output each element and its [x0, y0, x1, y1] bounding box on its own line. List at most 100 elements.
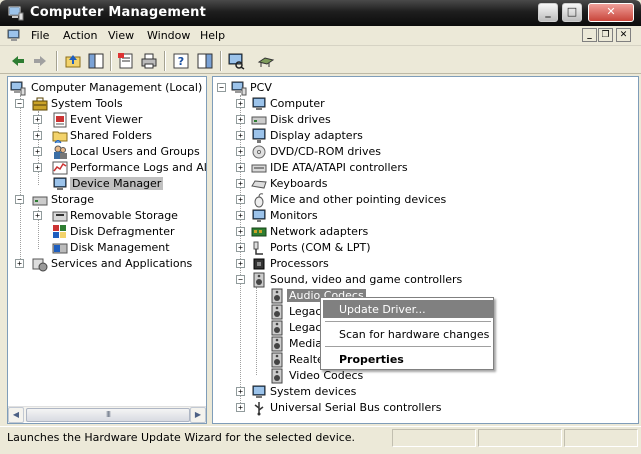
remove-device-icon[interactable]	[257, 52, 275, 70]
menu-item-update-driver[interactable]: Update Driver...	[323, 300, 493, 318]
status-panel	[392, 429, 476, 447]
event-viewer-icon	[53, 112, 67, 128]
title-bar[interactable]: Computer Management _ □ ✕	[0, 0, 641, 26]
collapse-toggle[interactable]: −	[236, 275, 245, 284]
toolbar-separator	[220, 51, 221, 71]
removable-storage-icon	[52, 211, 68, 222]
scroll-right-button[interactable]: ▶	[190, 407, 206, 423]
menu-separator	[325, 321, 491, 322]
expand-toggle[interactable]: +	[33, 115, 42, 124]
tree-node-label: Mice and other pointing devices	[270, 193, 447, 206]
expand-toggle[interactable]: +	[236, 211, 245, 220]
tree-node-label: System devices	[270, 385, 357, 398]
minimize-button[interactable]: _	[538, 3, 558, 22]
expand-toggle[interactable]: +	[236, 179, 245, 188]
expand-toggle[interactable]: +	[236, 227, 245, 236]
tree-node-label: Disk Management	[70, 241, 170, 254]
mdi-close-button[interactable]: ✕	[616, 28, 631, 42]
scroll-thumb[interactable]: III	[26, 408, 190, 422]
collapse-toggle[interactable]: −	[15, 195, 24, 204]
svg-text:?: ?	[178, 55, 184, 68]
close-button[interactable]: ✕	[588, 3, 634, 22]
window-title: Computer Management	[30, 5, 207, 20]
left-pane-scrollbar[interactable]: ◀ III ▶	[8, 406, 206, 423]
tree-node-label: Realte	[289, 353, 324, 366]
menu-view[interactable]: View	[108, 29, 134, 42]
status-bar: Launches the Hardware Update Wizard for …	[0, 426, 641, 448]
menu-item-scan-hardware[interactable]: Scan for hardware changes	[323, 325, 493, 343]
mdi-restore-button[interactable]: ❐	[598, 28, 613, 42]
display-adapter-icon	[252, 128, 266, 143]
menu-action[interactable]: Action	[63, 29, 97, 42]
device-tree[interactable]: − PCV + Computer + Disk drives + Display…	[212, 76, 639, 424]
expand-toggle[interactable]: +	[236, 387, 245, 396]
expand-toggle[interactable]: +	[33, 163, 42, 172]
tree-node-label: Media	[289, 337, 323, 350]
menu-help[interactable]: Help	[200, 29, 225, 42]
tree-node-label: DVD/CD-ROM drives	[270, 145, 381, 158]
expand-toggle[interactable]: +	[15, 259, 24, 268]
keyboard-icon	[251, 180, 267, 189]
expand-toggle[interactable]: +	[236, 195, 245, 204]
menu-item-properties[interactable]: Properties	[323, 350, 493, 368]
menu-file[interactable]: File	[31, 29, 49, 42]
mouse-icon	[254, 193, 264, 208]
expand-toggle[interactable]: +	[33, 147, 42, 156]
expand-toggle[interactable]: +	[236, 403, 245, 412]
expand-toggle[interactable]: +	[33, 211, 42, 220]
up-icon[interactable]	[64, 52, 82, 70]
scan-hardware-icon[interactable]	[227, 52, 245, 70]
computer-management-icon	[8, 6, 24, 21]
tree-node-label: Universal Serial Bus controllers	[270, 401, 442, 414]
expand-toggle[interactable]: +	[33, 131, 42, 140]
forward-icon[interactable]	[31, 52, 49, 70]
toolbar-separator	[56, 51, 57, 71]
tree-node-label: PCV	[250, 81, 272, 94]
expand-toggle[interactable]: +	[236, 259, 245, 268]
network-adapter-icon	[251, 227, 267, 237]
shared-folder-icon	[52, 131, 68, 144]
disk-drive-icon	[251, 116, 267, 125]
expand-toggle[interactable]: +	[236, 243, 245, 252]
menu-window[interactable]: Window	[147, 29, 190, 42]
properties-icon[interactable]	[117, 52, 135, 70]
action-pane-icon[interactable]	[196, 52, 214, 70]
speaker-icon	[253, 272, 265, 288]
back-icon[interactable]	[9, 52, 27, 70]
processor-icon	[253, 258, 265, 270]
speaker-icon	[271, 320, 283, 336]
scroll-left-button[interactable]: ◀	[8, 407, 24, 423]
tree-node-label: Performance Logs and Alerts	[70, 161, 207, 174]
tree-node-label: Keyboards	[270, 177, 328, 190]
tree-node-label: Disk Defragmenter	[70, 225, 175, 238]
console-icon[interactable]	[7, 28, 23, 44]
cdrom-icon	[252, 145, 266, 159]
ide-controller-icon	[251, 164, 267, 173]
mdi-minimize-button[interactable]: _	[582, 28, 597, 42]
speaker-icon	[271, 352, 283, 368]
show-hide-tree-icon[interactable]	[87, 52, 105, 70]
tree-node-label: Device Manager	[70, 177, 164, 190]
tree-node-label: Sound, video and game controllers	[270, 273, 463, 286]
tree-node-label: Computer	[270, 97, 325, 110]
help-icon[interactable]: ?	[172, 52, 190, 70]
computer-icon	[252, 97, 266, 110]
expand-toggle[interactable]: +	[236, 147, 245, 156]
tree-node-label: Shared Folders	[70, 129, 152, 142]
expand-toggle[interactable]: +	[236, 99, 245, 108]
console-tree[interactable]: Computer Management (Local) − System Too…	[7, 76, 207, 424]
maximize-button[interactable]: □	[562, 3, 582, 22]
tree-node-label: Event Viewer	[70, 113, 143, 126]
collapse-toggle[interactable]: −	[15, 99, 24, 108]
tree-node-label: Monitors	[270, 209, 318, 222]
print-icon[interactable]	[140, 52, 158, 70]
toolbar-separator	[164, 51, 165, 71]
services-icon	[32, 258, 48, 272]
menu-bar: File Action View Window Help _ ❐ ✕	[0, 26, 641, 46]
collapse-toggle[interactable]: −	[217, 83, 226, 92]
status-panel	[478, 429, 562, 447]
expand-toggle[interactable]: +	[236, 131, 245, 140]
expand-toggle[interactable]: +	[236, 115, 245, 124]
defragmenter-icon	[53, 225, 66, 238]
expand-toggle[interactable]: +	[236, 163, 245, 172]
